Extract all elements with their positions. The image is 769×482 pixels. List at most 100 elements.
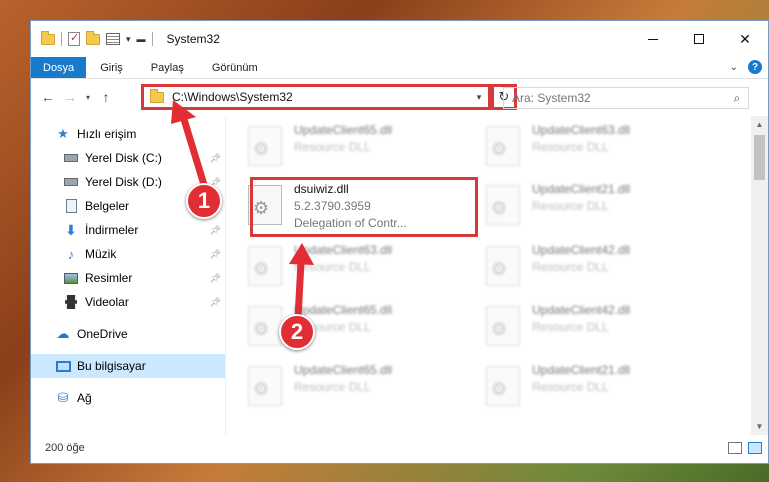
minimize-button[interactable] bbox=[630, 21, 676, 57]
sidebar-item-label: Bu bilgisayar bbox=[77, 359, 146, 373]
sidebar-item-label: Yerel Disk (C:) bbox=[85, 151, 162, 165]
properties-list-icon[interactable] bbox=[106, 33, 120, 45]
navigation-bar: ← → ▾ ↑ C:\Windows\System32 ▾ ↻ ⌕ bbox=[31, 79, 768, 115]
file-type: Resource DLL bbox=[294, 140, 371, 154]
file-tile[interactable]: UpdateClient21.dll Resource DLL bbox=[486, 181, 716, 233]
pin-icon[interactable]: 📌︎ bbox=[210, 297, 221, 308]
file-name: UpdateClient65.dll bbox=[294, 123, 393, 137]
dll-file-icon bbox=[248, 366, 282, 406]
file-highlight-box bbox=[250, 177, 478, 237]
new-folder-icon[interactable] bbox=[86, 30, 100, 45]
pin-icon[interactable]: 📌︎ bbox=[210, 273, 221, 284]
sidebar-item-label: Hızlı erişim bbox=[77, 127, 137, 141]
chevron-down-icon[interactable]: ▾ bbox=[126, 34, 131, 45]
sidebar-item-pictures[interactable]: Resimler 📌︎ bbox=[31, 266, 225, 290]
recent-locations-icon[interactable]: ▾ bbox=[81, 93, 95, 102]
tiles-view-icon[interactable] bbox=[748, 442, 762, 454]
file-type: Resource DLL bbox=[294, 380, 371, 394]
search-box[interactable]: ⌕ bbox=[503, 87, 749, 109]
file-type: Resource DLL bbox=[532, 140, 609, 154]
search-icon[interactable]: ⌕ bbox=[726, 91, 748, 106]
sidebar-item-label: Belgeler bbox=[85, 199, 130, 213]
quick-access-toolbar: ▾ ▬ System32 bbox=[31, 30, 220, 46]
file-tile[interactable]: UpdateClient63.dll Resource DLL bbox=[248, 242, 478, 294]
file-name: UpdateClient42.dll bbox=[532, 243, 631, 257]
vertical-scrollbar[interactable]: ▲ ▼ bbox=[751, 116, 768, 435]
title-bar: ▾ ▬ System32 ✕ bbox=[31, 21, 768, 57]
customize-toolbar-icon[interactable]: ▬ bbox=[137, 34, 146, 44]
onedrive-icon: ☁ bbox=[56, 326, 70, 341]
sidebar-item-label: OneDrive bbox=[77, 327, 128, 341]
file-tile[interactable]: UpdateClient65.dll Resource DLL bbox=[248, 122, 478, 174]
up-arrow-icon[interactable]: ↑ bbox=[95, 89, 117, 105]
file-tile[interactable]: UpdateClient42.dll Resource DLL bbox=[486, 302, 716, 354]
sidebar-item-music[interactable]: ♪ Müzik 📌︎ bbox=[31, 242, 225, 266]
folder-icon bbox=[150, 88, 164, 103]
drive-icon bbox=[63, 151, 79, 165]
sidebar-item-label: İndirmeler bbox=[85, 223, 139, 237]
step-badge-1: 1 bbox=[186, 183, 222, 219]
tab-view[interactable]: Görünüm bbox=[198, 57, 272, 78]
sidebar-item-quick-access[interactable]: ★ Hızlı erişim bbox=[31, 122, 225, 146]
documents-icon bbox=[63, 199, 79, 213]
file-list: UpdateClient65.dll Resource DLL UpdateCli… bbox=[226, 116, 768, 435]
help-icon[interactable]: ? bbox=[748, 60, 762, 74]
network-icon: ⛁ bbox=[57, 390, 69, 405]
dll-file-icon bbox=[486, 366, 520, 406]
file-name: UpdateClient42.dll bbox=[532, 303, 631, 317]
tab-file[interactable]: Dosya bbox=[31, 57, 87, 78]
sidebar-item-videos[interactable]: Videolar 📌︎ bbox=[31, 290, 225, 314]
file-tile[interactable]: UpdateClient63.dll Resource DLL bbox=[486, 122, 716, 174]
computer-icon bbox=[55, 359, 71, 373]
file-name: UpdateClient63.dll bbox=[294, 243, 393, 257]
download-icon: ⬇ bbox=[65, 221, 77, 238]
file-name: UpdateClient65.dll bbox=[294, 363, 393, 377]
sidebar-item-label: Resimler bbox=[85, 271, 133, 285]
search-input[interactable] bbox=[512, 91, 726, 105]
address-path[interactable]: C:\Windows\System32 bbox=[172, 90, 470, 104]
sidebar-item-label: Yerel Disk (D:) bbox=[85, 175, 162, 189]
sidebar-item-label: Videolar bbox=[85, 295, 129, 309]
details-view-icon[interactable] bbox=[728, 442, 742, 454]
file-tile[interactable]: UpdateClient65.dll Resource DLL bbox=[248, 362, 478, 414]
properties-check-icon[interactable] bbox=[68, 31, 80, 46]
dll-file-icon bbox=[486, 185, 520, 225]
file-type: Resource DLL bbox=[532, 260, 609, 274]
pin-icon[interactable]: 📌︎ bbox=[210, 225, 221, 236]
folder-icon[interactable] bbox=[41, 30, 55, 45]
pin-icon[interactable]: 📌︎ bbox=[210, 153, 221, 164]
window-controls: ✕ bbox=[630, 21, 768, 57]
address-bar[interactable]: C:\Windows\System32 ▾ bbox=[141, 84, 491, 110]
sidebar-item-local-disk-c[interactable]: Yerel Disk (C:) 📌︎ bbox=[31, 146, 225, 170]
maximize-button[interactable] bbox=[676, 21, 722, 57]
tab-home[interactable]: Giriş bbox=[86, 57, 137, 78]
star-icon: ★ bbox=[57, 126, 69, 141]
sidebar-item-network[interactable]: ⛁ Ağ bbox=[31, 386, 225, 410]
minimize-icon bbox=[648, 38, 658, 40]
dll-file-icon bbox=[486, 246, 520, 286]
dll-file-icon bbox=[248, 246, 282, 286]
scroll-up-icon[interactable]: ▲ bbox=[751, 116, 768, 133]
drive-icon bbox=[63, 175, 79, 189]
file-tile[interactable]: UpdateClient42.dll Resource DLL bbox=[486, 242, 716, 294]
navigation-pane: ★ Hızlı erişim Yerel Disk (C:) 📌︎ Yerel … bbox=[31, 116, 226, 435]
toolbar-divider bbox=[151, 32, 153, 46]
tab-share[interactable]: Paylaş bbox=[137, 57, 198, 78]
file-type: Resource DLL bbox=[294, 260, 371, 274]
file-type: Resource DLL bbox=[532, 320, 609, 334]
scrollbar-thumb[interactable] bbox=[754, 135, 765, 180]
dll-file-icon bbox=[248, 306, 282, 346]
file-tile[interactable]: UpdateClient21.dll Resource DLL bbox=[486, 362, 716, 414]
sidebar-item-onedrive[interactable]: ☁ OneDrive bbox=[31, 322, 225, 346]
forward-arrow-icon[interactable]: → bbox=[59, 89, 81, 105]
sidebar-item-downloads[interactable]: ⬇ İndirmeler 📌︎ bbox=[31, 218, 225, 242]
sidebar-item-this-pc[interactable]: Bu bilgisayar bbox=[31, 354, 225, 378]
chevron-down-icon[interactable]: ▾ bbox=[470, 92, 488, 103]
back-arrow-icon[interactable]: ← bbox=[37, 89, 59, 105]
pin-icon[interactable]: 📌︎ bbox=[210, 249, 221, 260]
expand-ribbon-icon[interactable]: ⌄ bbox=[730, 62, 738, 73]
view-switcher bbox=[728, 442, 762, 454]
maximize-icon bbox=[694, 34, 704, 44]
step-badge-2: 2 bbox=[279, 314, 315, 350]
close-button[interactable]: ✕ bbox=[722, 21, 768, 57]
